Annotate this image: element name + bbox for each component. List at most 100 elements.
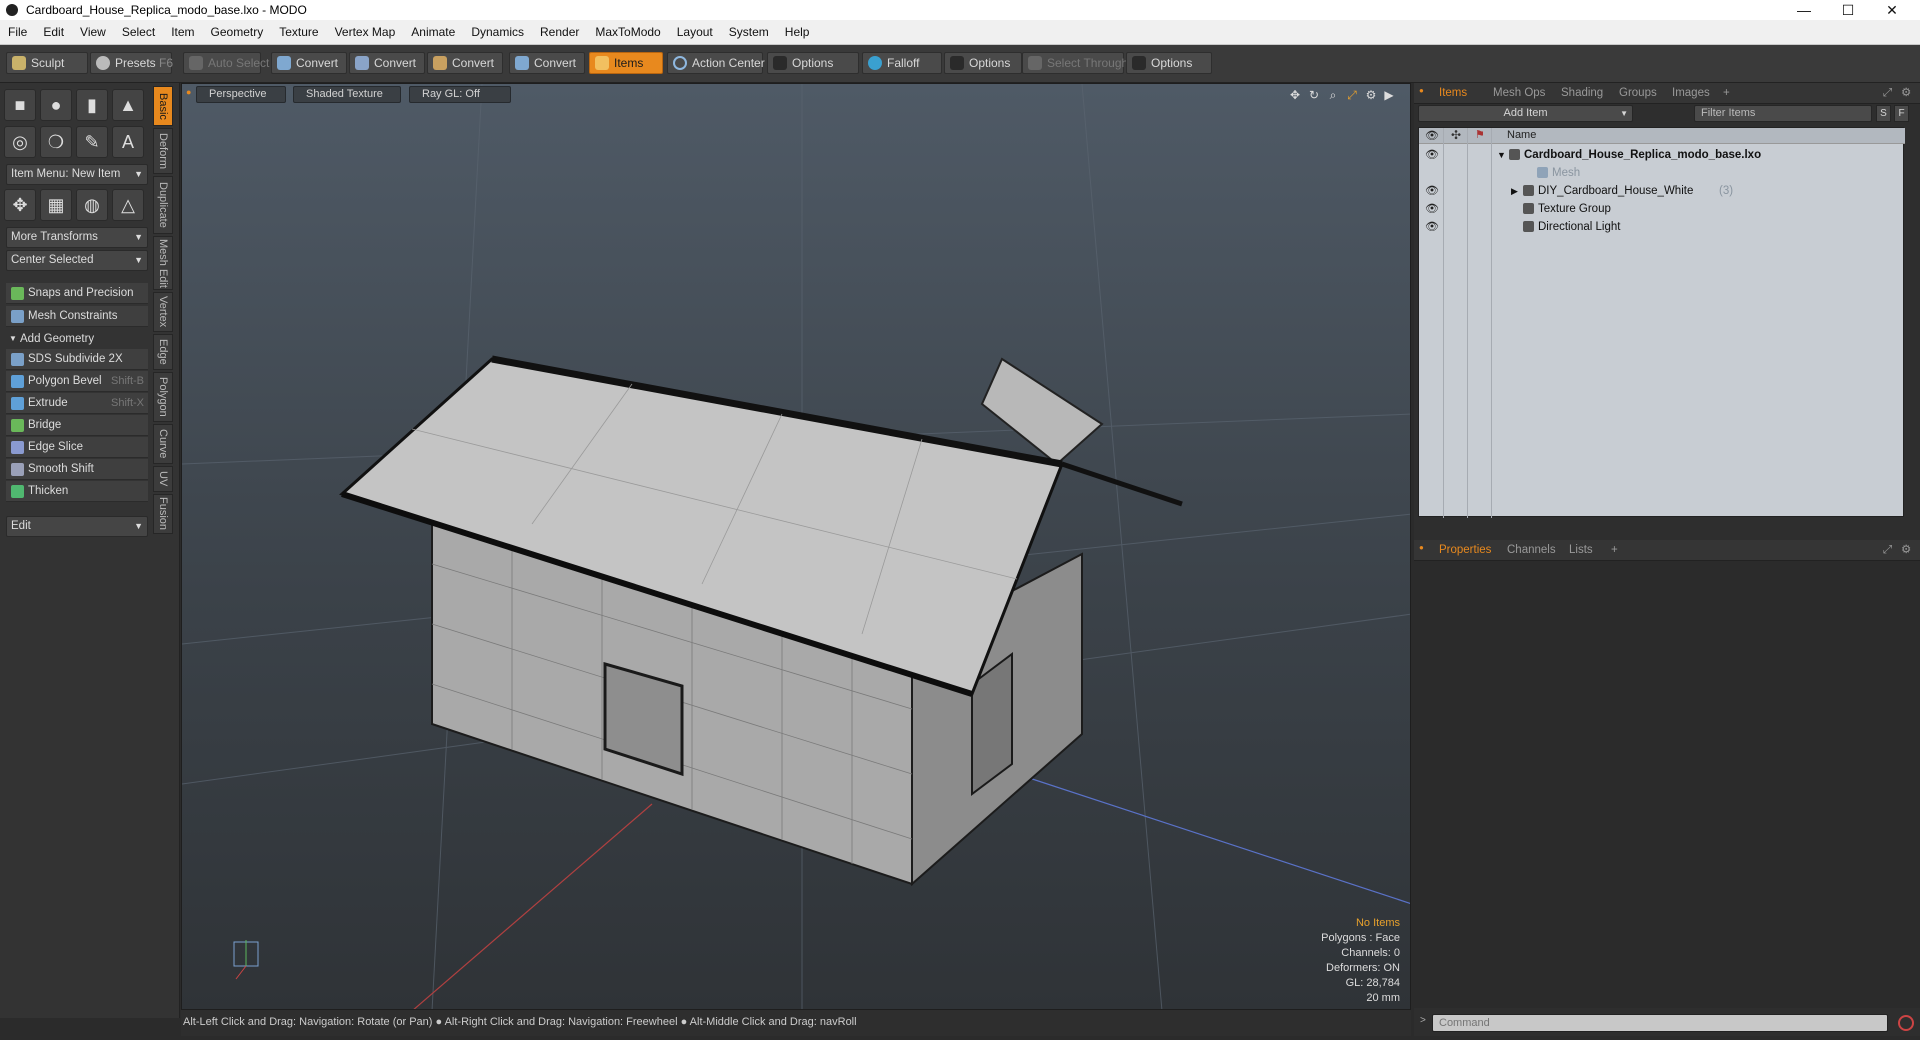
- more-transforms-dropdown[interactable]: More Transforms ▼: [6, 227, 148, 248]
- tab-mesh-ops[interactable]: Mesh Ops: [1486, 84, 1552, 103]
- rotate-tool[interactable]: ◍: [76, 189, 108, 221]
- tool-sds-subdivide-2x[interactable]: SDS Subdivide 2X: [6, 349, 148, 370]
- action-center-options-button[interactable]: Options: [767, 52, 859, 74]
- tab-deform[interactable]: Deform: [153, 128, 173, 174]
- menu-animate[interactable]: Animate: [403, 20, 463, 45]
- capsule-tool[interactable]: ❍: [40, 126, 72, 158]
- tab-polygon[interactable]: Polygon: [153, 372, 173, 422]
- panel-menu-icon[interactable]: ●: [1419, 543, 1424, 552]
- item-row[interactable]: 👁 ▶ DIY_Cardboard_House_White (3): [1419, 182, 1905, 200]
- tab-images[interactable]: Images: [1665, 84, 1717, 103]
- add-item-dropdown[interactable]: Add Item ▼: [1418, 105, 1633, 122]
- convert-polygons-button[interactable]: Convert: [427, 52, 503, 74]
- action-center-button[interactable]: Action Center: [667, 52, 765, 74]
- raygl-button[interactable]: Ray GL: Off: [409, 86, 511, 103]
- menu-edit[interactable]: Edit: [35, 20, 72, 45]
- item-row[interactable]: 👁 Texture Group: [1419, 200, 1905, 218]
- tool-extrude[interactable]: Extrude Shift-X: [6, 393, 148, 414]
- cylinder-tool[interactable]: ▮: [76, 89, 108, 121]
- tab-shading[interactable]: Shading: [1554, 84, 1610, 103]
- maximize-button[interactable]: ☐: [1826, 0, 1870, 20]
- tab-duplicate[interactable]: Duplicate: [153, 176, 173, 234]
- item-row[interactable]: 👁 Directional Light: [1419, 218, 1905, 236]
- presets-button[interactable]: Presets F6: [90, 52, 173, 74]
- filter-f-button[interactable]: F: [1894, 105, 1909, 122]
- panel-menu-icon[interactable]: ●: [1419, 86, 1424, 95]
- tab-curve[interactable]: Curve: [153, 424, 173, 464]
- tab-lists[interactable]: Lists: [1562, 541, 1600, 560]
- eye-icon[interactable]: 👁: [1425, 218, 1439, 236]
- tool-smooth-shift[interactable]: Smooth Shift: [6, 459, 148, 480]
- tab-properties[interactable]: Properties: [1432, 541, 1498, 560]
- eye-icon[interactable]: 👁: [1425, 200, 1439, 218]
- mesh-constraints-button[interactable]: Mesh Constraints: [6, 306, 148, 327]
- convert-edges-button[interactable]: Convert: [349, 52, 425, 74]
- menu-select[interactable]: Select: [114, 20, 163, 45]
- select-through-options-button[interactable]: Options: [1126, 52, 1212, 74]
- menu-maxtomodo[interactable]: MaxToModo: [587, 20, 668, 45]
- falloff-button[interactable]: Falloff: [862, 52, 942, 74]
- auto-select-button[interactable]: Auto Select: [183, 52, 269, 74]
- tab-fusion[interactable]: Fusion: [153, 494, 173, 534]
- tab-vertex[interactable]: Vertex: [153, 292, 173, 332]
- convert-vertices-button[interactable]: Convert: [271, 52, 347, 74]
- tab-items[interactable]: Items: [1432, 84, 1474, 103]
- pen-tool[interactable]: ✎: [76, 126, 108, 158]
- eye-icon[interactable]: 👁: [1425, 146, 1439, 164]
- name-column-header[interactable]: Name: [1507, 129, 1536, 141]
- items-mode-button[interactable]: Items: [589, 52, 663, 74]
- eye-icon[interactable]: 👁: [1425, 182, 1439, 200]
- tool-polygon-bevel[interactable]: Polygon Bevel Shift-B: [6, 371, 148, 392]
- collapsed-arrow-icon[interactable]: ▶: [1511, 182, 1518, 200]
- menu-layout[interactable]: Layout: [669, 20, 721, 45]
- rotate-view-icon[interactable]: ↻: [1307, 88, 1321, 102]
- add-geometry-header[interactable]: ▼ Add Geometry: [6, 330, 148, 348]
- add-tab-icon[interactable]: +: [1716, 84, 1737, 103]
- tool-thicken[interactable]: Thicken: [6, 481, 148, 502]
- expand-arrow-icon[interactable]: ▶: [1382, 88, 1396, 102]
- tool-bridge[interactable]: Bridge: [6, 415, 148, 436]
- cube-tool[interactable]: ■: [4, 89, 36, 121]
- record-icon[interactable]: [1898, 1015, 1914, 1031]
- fit-icon[interactable]: ⤢: [1345, 88, 1359, 102]
- menu-item[interactable]: Item: [163, 20, 202, 45]
- grid-tool[interactable]: ▦: [40, 189, 72, 221]
- 3d-viewport[interactable]: ● Perspective Shaded Texture Ray GL: Off…: [181, 83, 1411, 1010]
- command-input[interactable]: [1432, 1014, 1888, 1032]
- tab-channels[interactable]: Channels: [1500, 541, 1563, 560]
- expanded-arrow-icon[interactable]: ▼: [1497, 146, 1506, 164]
- scale-tool[interactable]: △: [112, 189, 144, 221]
- menu-geometry[interactable]: Geometry: [203, 20, 272, 45]
- tab-basic[interactable]: Basic: [153, 86, 173, 126]
- item-row[interactable]: 👁 ▼ Cardboard_House_Replica_modo_base.lxo: [1419, 146, 1905, 164]
- sphere-tool[interactable]: ●: [40, 89, 72, 121]
- falloff-options-button[interactable]: Options: [944, 52, 1022, 74]
- shading-mode-button[interactable]: Shaded Texture: [293, 86, 401, 103]
- minimize-button[interactable]: —: [1782, 0, 1826, 20]
- add-tab-icon[interactable]: +: [1604, 541, 1625, 560]
- close-button[interactable]: ✕: [1870, 0, 1914, 20]
- menu-help[interactable]: Help: [777, 20, 818, 45]
- viewport-menu-icon[interactable]: ●: [186, 87, 191, 97]
- text-tool[interactable]: A: [112, 126, 144, 158]
- pan-icon[interactable]: ✥: [1288, 88, 1302, 102]
- settings-gear-icon[interactable]: ⚙: [1364, 88, 1378, 102]
- transform-tool[interactable]: ✥: [4, 189, 36, 221]
- menu-view[interactable]: View: [72, 20, 114, 45]
- menu-dynamics[interactable]: Dynamics: [463, 20, 532, 45]
- tab-edge[interactable]: Edge: [153, 334, 173, 370]
- convert-items-button[interactable]: Convert: [509, 52, 585, 74]
- tab-mesh-edit[interactable]: Mesh Edit: [153, 236, 173, 290]
- menu-texture[interactable]: Texture: [271, 20, 326, 45]
- tab-uv[interactable]: UV: [153, 466, 173, 492]
- view-type-button[interactable]: Perspective: [196, 86, 286, 103]
- menu-file[interactable]: File: [0, 20, 35, 45]
- torus-tool[interactable]: ◎: [4, 126, 36, 158]
- panel-gear-icon[interactable]: ⚙: [1894, 541, 1918, 560]
- filter-items-input[interactable]: Filter Items: [1694, 105, 1872, 122]
- edit-dropdown[interactable]: Edit ▼: [6, 516, 148, 537]
- zoom-icon[interactable]: ⌕: [1326, 88, 1340, 102]
- panel-gear-icon[interactable]: ⚙: [1894, 84, 1918, 103]
- tab-groups[interactable]: Groups: [1612, 84, 1664, 103]
- item-row[interactable]: Mesh: [1419, 164, 1905, 182]
